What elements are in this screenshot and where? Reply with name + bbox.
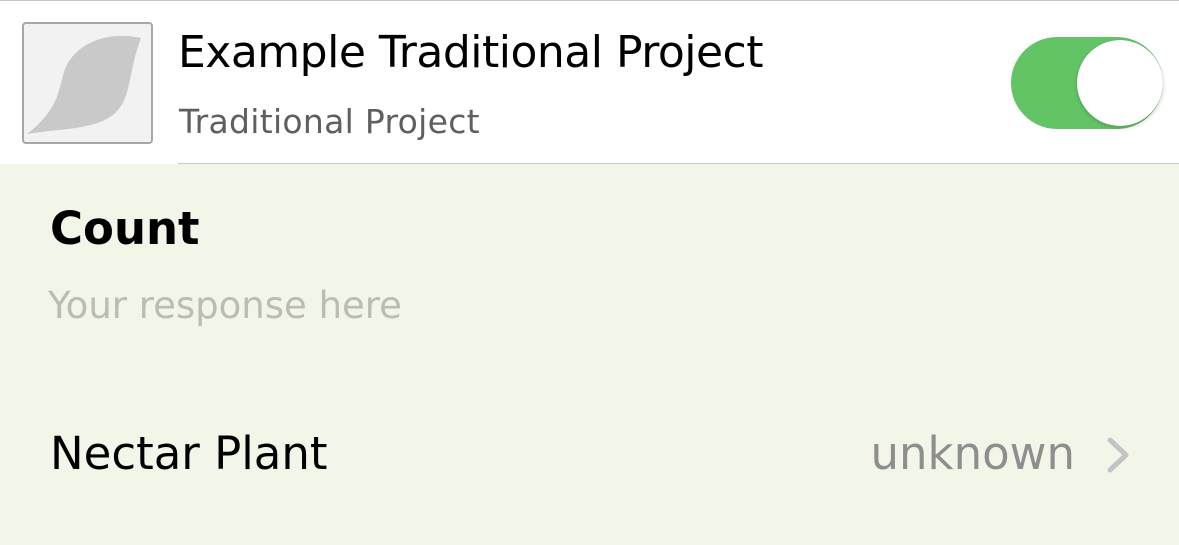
project-title: Example Traditional Project xyxy=(178,27,764,78)
nectar-plant-value: unknown xyxy=(870,427,1075,480)
toggle-knob[interactable] xyxy=(1077,40,1163,126)
count-label: Count xyxy=(50,202,200,255)
chevron-right-icon xyxy=(1107,437,1129,473)
divider xyxy=(178,163,1179,164)
count-input[interactable] xyxy=(48,276,1138,334)
leaf-icon xyxy=(27,35,141,134)
project-subtitle: Traditional Project xyxy=(179,102,480,141)
project-row: Example Traditional Project Traditional … xyxy=(0,0,1179,164)
nectar-plant-row[interactable]: Nectar Plant unknown xyxy=(0,400,1179,510)
nectar-plant-label: Nectar Plant xyxy=(50,427,328,480)
project-thumbnail xyxy=(22,22,153,144)
project-toggle[interactable] xyxy=(1011,37,1163,129)
